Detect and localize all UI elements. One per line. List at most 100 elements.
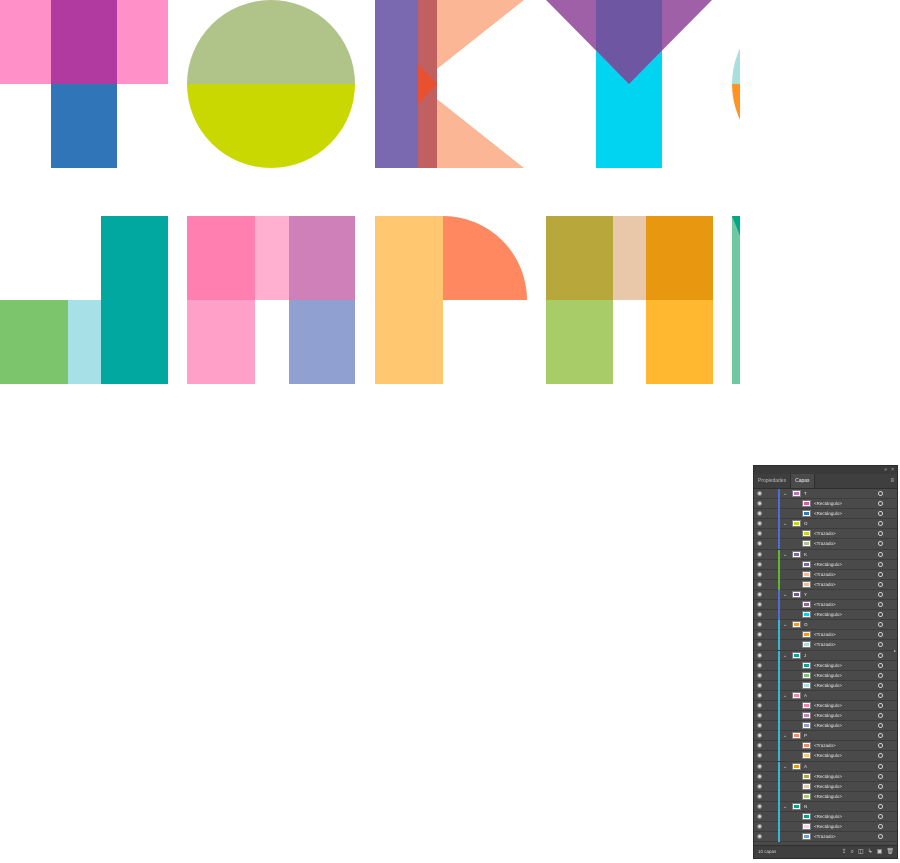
lock-toggle[interactable] <box>769 539 778 549</box>
lock-toggle[interactable] <box>769 762 778 772</box>
target-circle-icon[interactable] <box>878 612 883 618</box>
visibility-eye-icon[interactable]: ◉ <box>757 611 762 619</box>
layer-row[interactable]: ◉ ⌄ P <box>754 731 897 742</box>
target-circle-icon[interactable] <box>878 541 883 547</box>
selection-indicator[interactable] <box>889 613 893 617</box>
a2-top-middle-shape[interactable] <box>613 216 646 300</box>
visibility-eye-icon[interactable]: ◉ <box>757 490 762 498</box>
t-overlap-shape[interactable] <box>51 0 117 84</box>
lock-toggle[interactable] <box>769 560 778 570</box>
expand-chevron-icon[interactable]: ⌄ <box>783 763 787 771</box>
collapse-icon[interactable]: » <box>884 467 887 473</box>
visibility-eye-icon[interactable]: ◉ <box>757 682 762 690</box>
o2-top-half-shape[interactable] <box>732 0 740 84</box>
visibility-eye-icon[interactable]: ◉ <box>757 742 762 750</box>
a1-top-middle-shape[interactable] <box>255 216 289 300</box>
p-bowl-shape[interactable] <box>443 216 527 300</box>
letter-p[interactable] <box>375 216 527 384</box>
layer-name[interactable]: <Rectángulo> <box>814 610 842 620</box>
layer-name[interactable]: Y <box>804 590 807 600</box>
target-circle-icon[interactable] <box>878 551 883 557</box>
a1-top-left-shape[interactable] <box>187 216 255 300</box>
target-circle-icon[interactable] <box>878 713 883 719</box>
a2-top-right-shape[interactable] <box>646 216 713 300</box>
layer-name[interactable]: N <box>804 802 807 812</box>
target-circle-icon[interactable] <box>878 501 883 507</box>
sublayer-row[interactable]: ◉ <Trazado> <box>754 600 897 611</box>
target-circle-icon[interactable] <box>878 632 883 638</box>
visibility-eye-icon[interactable]: ◉ <box>757 803 762 811</box>
selection-indicator[interactable] <box>889 573 893 577</box>
target-circle-icon[interactable] <box>878 622 883 628</box>
layer-name[interactable]: <Trazado> <box>814 539 836 549</box>
layer-row[interactable]: ◉ ⌄ A <box>754 690 897 701</box>
o2-bottom-half-shape[interactable] <box>732 84 740 168</box>
a1-left-leg-shape[interactable] <box>187 300 255 384</box>
lock-toggle[interactable] <box>769 701 778 711</box>
layer-name[interactable]: K <box>804 550 807 560</box>
letter-n[interactable] <box>732 216 740 384</box>
visibility-eye-icon[interactable]: ◉ <box>757 540 762 548</box>
letter-o-second[interactable] <box>732 0 740 168</box>
lock-toggle[interactable] <box>769 620 778 630</box>
sublayer-row[interactable]: ◉ <Rectángulo> <box>754 670 897 681</box>
sublayer-row[interactable]: ◉ <Rectángulo> <box>754 711 897 722</box>
layer-name[interactable]: <Rectángulo> <box>814 711 842 721</box>
selection-indicator[interactable] <box>889 633 893 637</box>
sublayer-row[interactable]: ◉ <Rectángulo> <box>754 751 897 762</box>
lock-toggle[interactable] <box>769 832 778 842</box>
sublayer-row[interactable]: ◉ <Rectángulo> <box>754 499 897 510</box>
selection-indicator[interactable] <box>889 583 893 587</box>
visibility-eye-icon[interactable]: ◉ <box>757 833 762 841</box>
visibility-eye-icon[interactable]: ◉ <box>757 591 762 599</box>
lock-toggle[interactable] <box>769 570 778 580</box>
selection-indicator[interactable] <box>889 744 893 748</box>
target-circle-icon[interactable] <box>878 652 883 658</box>
hamburger-menu-icon[interactable]: ≡ <box>890 477 894 485</box>
target-circle-icon[interactable] <box>878 783 883 789</box>
target-circle-icon[interactable] <box>878 672 883 678</box>
sublayer-row[interactable]: ◉ <Rectángulo> <box>754 680 897 691</box>
visibility-eye-icon[interactable]: ◉ <box>757 520 762 528</box>
visibility-eye-icon[interactable]: ◉ <box>757 571 762 579</box>
expand-chevron-icon[interactable]: ⌄ <box>783 490 787 498</box>
target-circle-icon[interactable] <box>878 561 883 567</box>
layer-name[interactable]: <Rectángulo> <box>814 701 842 711</box>
visibility-eye-icon[interactable]: ◉ <box>757 561 762 569</box>
o1-top-half-shape[interactable] <box>187 0 355 84</box>
target-circle-icon[interactable] <box>878 773 883 779</box>
target-circle-icon[interactable] <box>878 511 883 517</box>
visibility-eye-icon[interactable]: ◉ <box>757 793 762 801</box>
layer-name[interactable]: <Rectángulo> <box>814 560 842 570</box>
target-circle-icon[interactable] <box>878 591 883 597</box>
visibility-eye-icon[interactable]: ◉ <box>757 510 762 518</box>
sublayer-row[interactable]: ◉ <Trazado> <box>754 832 897 843</box>
selection-indicator[interactable] <box>889 542 893 546</box>
j-middle-shape[interactable] <box>68 300 101 384</box>
layer-name[interactable]: A <box>804 691 807 701</box>
sublayer-row[interactable]: ◉ <Trazado> <box>754 539 897 550</box>
letter-k[interactable] <box>375 0 524 168</box>
lock-toggle[interactable] <box>769 782 778 792</box>
selection-indicator[interactable] <box>889 795 893 799</box>
selection-indicator[interactable] <box>889 643 893 647</box>
sublayer-row[interactable]: ◉ <Rectángulo> <box>754 660 897 671</box>
t-stem-shape[interactable] <box>51 84 117 168</box>
layer-name[interactable]: J <box>804 651 806 661</box>
target-circle-icon[interactable] <box>878 571 883 577</box>
target-circle-icon[interactable] <box>878 793 883 799</box>
sublayer-row[interactable]: ◉ <Rectángulo> <box>754 721 897 732</box>
sublayer-row[interactable]: ◉ <Rectángulo> <box>754 610 897 621</box>
tab-propiedades[interactable]: Propiedades <box>754 474 790 488</box>
layer-name[interactable]: <Trazado> <box>814 529 836 539</box>
o1-bottom-half-shape[interactable] <box>187 84 355 168</box>
visibility-eye-icon[interactable]: ◉ <box>757 773 762 781</box>
target-circle-icon[interactable] <box>878 491 883 496</box>
selection-indicator[interactable] <box>889 492 893 496</box>
target-circle-icon[interactable] <box>878 692 883 698</box>
letter-a-second[interactable] <box>546 216 713 384</box>
sublayer-row[interactable]: ◉ <Rectángulo> <box>754 781 897 792</box>
visibility-eye-icon[interactable]: ◉ <box>757 641 762 649</box>
layer-name[interactable]: <Rectángulo> <box>814 661 842 671</box>
lock-toggle[interactable] <box>769 721 778 731</box>
